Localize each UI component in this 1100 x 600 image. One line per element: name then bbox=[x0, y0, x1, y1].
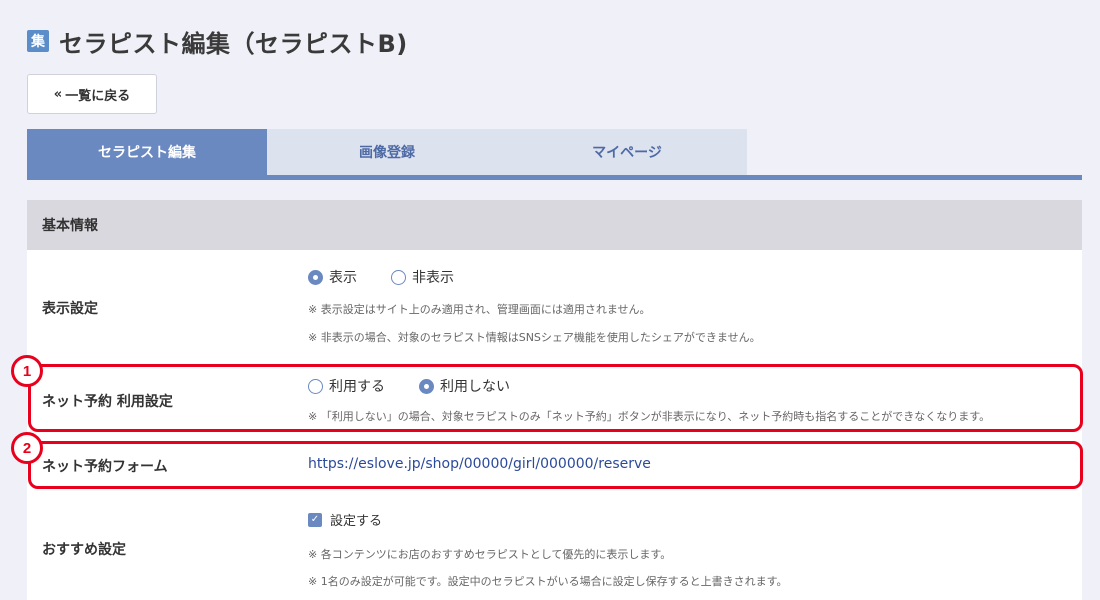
radio-hide[interactable]: 非表示 bbox=[391, 267, 454, 287]
radio-hide-label: 非表示 bbox=[412, 270, 454, 286]
annotation-badge-2: 2 bbox=[11, 432, 43, 464]
highlight-box-2 bbox=[28, 441, 1083, 489]
highlight-box-1 bbox=[28, 364, 1083, 432]
annotation-badge-1: 1 bbox=[11, 355, 43, 387]
radio-checked-icon bbox=[308, 269, 323, 285]
display-setting-label: 表示設定 bbox=[42, 301, 98, 317]
recommend-note-2: ※ 1名のみ設定が可能です。設定中のセラピストがいる場合に設定し保存すると上書き… bbox=[308, 575, 788, 588]
display-setting-row: 表示設定 表示 非表示 ※ 表示設定はサイト上のみ適用され、管理画面には適用され… bbox=[27, 250, 1082, 360]
radio-show-label: 表示 bbox=[329, 270, 357, 286]
display-setting-note-1: ※ 表示設定はサイト上のみ適用され、管理画面には適用されません。 bbox=[308, 303, 651, 316]
recommend-checkbox[interactable]: ✓ 設定する bbox=[308, 510, 382, 529]
radio-show[interactable]: 表示 bbox=[308, 267, 357, 287]
page-title-row: 集 セラピスト編集（セラピストB) bbox=[27, 26, 408, 58]
back-to-list-button[interactable]: « 一覧に戻る bbox=[27, 74, 157, 114]
tab-therapist-edit[interactable]: セラピスト編集 bbox=[27, 129, 267, 175]
edit-collection-icon: 集 bbox=[27, 30, 49, 52]
double-chevron-left-icon: « bbox=[53, 86, 63, 102]
tab-bar: セラピスト編集 画像登録 マイページ bbox=[27, 129, 747, 175]
tab-underline bbox=[27, 175, 1082, 180]
recommend-note-1: ※ 各コンテンツにお店のおすすめセラピストとして優先的に表示します。 bbox=[308, 548, 672, 561]
display-setting-note-2: ※ 非表示の場合、対象のセラピスト情報はSNSシェア機能を使用したシェアができま… bbox=[308, 331, 761, 344]
tab-mypage[interactable]: マイページ bbox=[507, 129, 747, 175]
checkmark-icon: ✓ bbox=[308, 512, 322, 527]
page-title: セラピスト編集（セラピストB) bbox=[59, 29, 408, 58]
recommend-setting-row: おすすめ設定 ✓ 設定する ※ 各コンテンツにお店のおすすめセラピストとして優先… bbox=[27, 500, 1082, 600]
back-to-list-label: 一覧に戻る bbox=[65, 88, 131, 104]
radio-unchecked-icon bbox=[391, 269, 406, 285]
tab-image-registration[interactable]: 画像登録 bbox=[267, 129, 507, 175]
recommend-checkbox-label: 設定する bbox=[330, 514, 383, 529]
recommend-setting-label: おすすめ設定 bbox=[42, 542, 126, 558]
section-header-basic-info: 基本情報 bbox=[27, 200, 1082, 250]
